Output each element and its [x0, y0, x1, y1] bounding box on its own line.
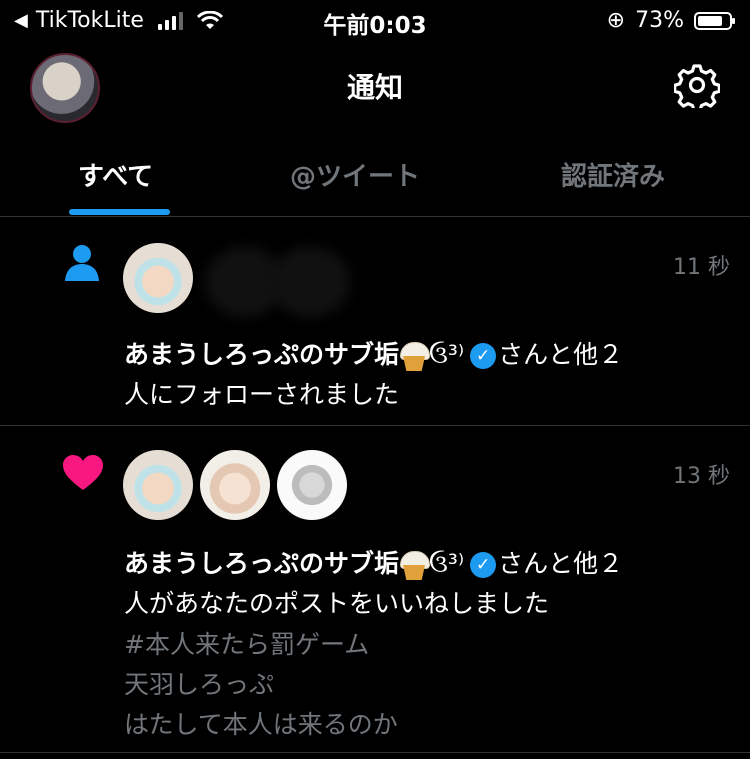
user-name[interactable]: あまうしろっぷのサブ垢	[124, 340, 399, 369]
verified-badge-icon: ✓	[470, 343, 497, 369]
tweet-preview-line: 天羽しろっぷ	[124, 670, 275, 699]
user-name[interactable]: あまうしろっぷのサブ垢	[124, 549, 399, 578]
liker-avatar[interactable]	[123, 450, 193, 520]
liker-avatar[interactable]	[200, 450, 270, 520]
rotation-lock-icon: ⊕	[606, 8, 626, 33]
notification-follow[interactable]: 11 秒 あまうしろっぷのサブ垢 ઉ³⁾ ✓ さんと他２ 人にフォローされました	[0, 217, 750, 426]
tweet-preview-line: はたして本人は来るのか	[124, 710, 398, 739]
tab-mentions[interactable]: @ツイート	[290, 156, 420, 193]
header: 通知	[0, 50, 750, 123]
liker-avatar[interactable]	[277, 450, 347, 520]
active-tab-indicator	[69, 209, 170, 215]
person-icon	[65, 245, 99, 281]
settings-gear-icon[interactable]	[674, 62, 720, 108]
tab-verified[interactable]: 認証済み	[561, 156, 665, 193]
tab-bar: すべて @ツイート 認証済み	[0, 140, 750, 217]
status-bar: ◀ TikTokLite 午前0:03 ⊕ 73%	[0, 0, 750, 40]
emoji-suffix: ઉ³⁾	[429, 340, 465, 369]
others-count-text: さんと他２	[498, 340, 624, 369]
battery-percent: 73%	[635, 8, 684, 33]
notification-text-line2: 人があなたのポストをいいねしました	[124, 589, 550, 618]
status-right: ⊕ 73%	[606, 8, 735, 33]
cupcake-icon	[399, 340, 431, 372]
cupcake-icon	[399, 549, 431, 581]
hidden-avatar	[270, 247, 350, 317]
tweet-preview-line[interactable]: #本人来たら罰ゲーム	[124, 625, 369, 661]
notification-text-line1: あまうしろっぷのサブ垢 ઉ³⁾ ✓ さんと他２	[124, 544, 623, 581]
notification-text-line2: 人にフォローされました	[124, 380, 400, 409]
battery-icon	[694, 11, 735, 30]
page-title: 通知	[346, 71, 403, 104]
heart-icon	[63, 455, 103, 490]
emoji-suffix: ઉ³⁾	[429, 549, 465, 578]
verified-badge-icon: ✓	[470, 552, 497, 578]
follower-avatar[interactable]	[123, 243, 193, 313]
notification-like[interactable]: 13 秒 あまうしろっぷのサブ垢 ઉ³⁾ ✓ さんと他２ 人があなたのポストをいいねし…	[0, 426, 750, 753]
notification-time: 11 秒	[673, 255, 730, 280]
notification-text-line1: あまうしろっぷのサブ垢 ઉ³⁾ ✓ さんと他２	[124, 335, 623, 372]
notification-time: 13 秒	[673, 464, 730, 489]
tab-all[interactable]: すべて	[78, 156, 153, 193]
others-count-text: さんと他２	[498, 549, 624, 578]
